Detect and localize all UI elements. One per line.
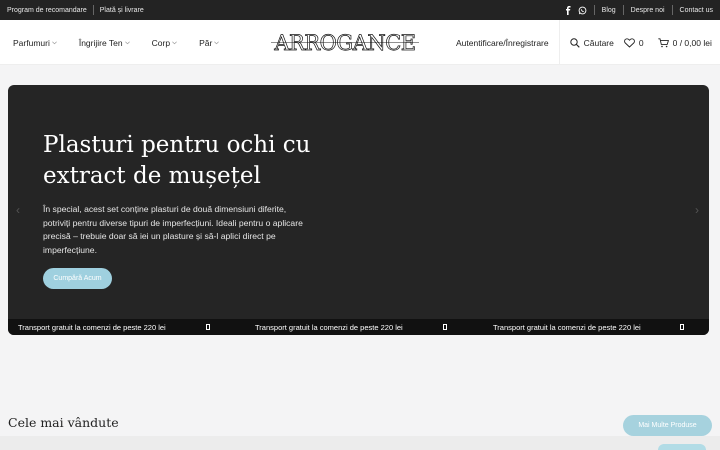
cart-icon	[657, 37, 669, 47]
nav-item-label: Îngrijire Ten	[78, 37, 123, 48]
search-button[interactable]: Căutare	[569, 37, 614, 48]
ticker-item: Transport gratuit la comenzi de peste 22…	[18, 322, 166, 332]
square-icon	[680, 324, 684, 330]
nav-item-label: Parfumuri	[13, 37, 50, 48]
cart-separator: /	[677, 37, 685, 48]
ticker-item: Transport gratuit la comenzi de peste 22…	[255, 322, 403, 332]
divider	[671, 5, 673, 15]
header-actions: Autentificare/Înregistrare Căutare 0 0 /…	[456, 20, 712, 65]
more-products-button[interactable]: Mai Multe Produse	[623, 415, 712, 436]
square-icon	[206, 324, 210, 330]
hero-slider: ‹ › Plasturi pentru ochi cu extract de m…	[8, 85, 709, 335]
nav-item-label: Corp	[151, 37, 171, 48]
chevron-down-icon	[172, 41, 177, 44]
divider	[593, 5, 595, 15]
wishlist-count: 0	[638, 37, 644, 48]
divider	[92, 5, 94, 15]
wishlist-button[interactable]: 0	[623, 37, 644, 48]
main-nav: Parfumuri Îngrijire Ten Corp Păr	[13, 20, 241, 65]
cart-total: 0,00 lei	[684, 37, 712, 48]
shop-now-button[interactable]: Cumpără Acum	[43, 268, 112, 289]
top-bar: Program de recomandare Plată și livrare …	[0, 0, 720, 20]
nav-item-label: Păr	[199, 37, 213, 48]
bestsellers-title: Cele mai vândute	[8, 415, 119, 430]
nav-item-body[interactable]: Corp	[152, 38, 177, 48]
divider	[558, 20, 560, 65]
floating-button[interactable]	[658, 444, 706, 450]
social-links	[565, 5, 587, 15]
chevron-down-icon	[52, 41, 57, 44]
search-icon	[569, 37, 580, 48]
payment-delivery-link[interactable]: Plată și livrare	[100, 7, 144, 14]
chevron-left-icon[interactable]: ‹	[16, 203, 20, 217]
top-bar-right: Blog Despre noi Contact us	[565, 0, 713, 20]
chevron-right-icon[interactable]: ›	[695, 203, 699, 217]
facebook-icon[interactable]	[565, 5, 571, 15]
whatsapp-icon[interactable]	[578, 6, 587, 15]
chevron-down-icon	[124, 41, 130, 44]
chevron-down-icon	[214, 41, 220, 44]
contact-link[interactable]: Contact us	[680, 7, 713, 14]
login-register-link[interactable]: Autentificare/Înregistrare	[456, 38, 549, 48]
cart-button[interactable]: 0 / 0,00 lei	[657, 37, 712, 48]
brand-logo[interactable]: ARROGANCE	[271, 29, 419, 55]
about-link[interactable]: Despre noi	[631, 7, 665, 14]
referral-program-link[interactable]: Program de recomandare	[7, 7, 87, 14]
shipping-ticker: Transport gratuit la comenzi de peste 22…	[8, 319, 709, 335]
logo-text: ARROGANCE	[273, 31, 415, 55]
nav-item-perfumes[interactable]: Parfumuri	[13, 38, 57, 48]
products-area	[0, 436, 720, 450]
hero-description: În special, acest set conține plasturi d…	[43, 204, 303, 255]
search-label: Căutare	[583, 37, 614, 48]
heart-icon	[623, 37, 635, 48]
square-icon	[443, 324, 447, 330]
ticker-item: Transport gratuit la comenzi de peste 22…	[493, 322, 641, 332]
blog-link[interactable]: Blog	[602, 7, 616, 14]
top-bar-left: Program de recomandare Plată și livrare	[7, 0, 144, 20]
nav-item-skincare[interactable]: Îngrijire Ten	[79, 38, 130, 48]
divider	[622, 5, 624, 15]
main-header: Parfumuri Îngrijire Ten Corp Păr ARROGAN…	[0, 20, 720, 65]
hero-title: Plasturi pentru ochi cu extract de mușeț…	[43, 132, 311, 189]
nav-item-hair[interactable]: Păr	[199, 37, 220, 48]
